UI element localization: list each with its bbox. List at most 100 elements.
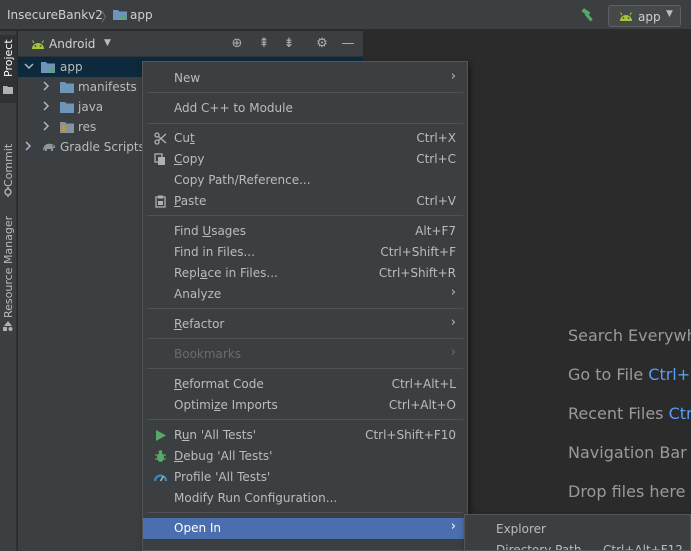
submenu-item-directory-path[interactable]: Directory Path Ctrl+Alt+F12 (465, 540, 690, 551)
tree-node-label: java (78, 100, 104, 114)
tab-project-label: Project (2, 39, 15, 77)
menu-item-label: Profile 'All Tests' (174, 470, 271, 484)
menu-item-shortcut: Ctrl+V (416, 194, 456, 208)
menu-item-modify-run-configuration[interactable]: Modify Run Configuration... (143, 488, 467, 509)
tab-commit-label: Commit (2, 143, 15, 187)
expand-all-icon[interactable]: ⇞ (256, 36, 272, 52)
menu-item-find-in-files[interactable]: Find in Files... Ctrl+Shift+F (143, 242, 467, 263)
tab-commit[interactable]: Commit (0, 139, 17, 201)
folder-icon (60, 102, 74, 113)
menu-item-copy[interactable]: Copy Ctrl+C (143, 149, 467, 170)
menu-item-shortcut: Ctrl+Alt+O (388, 398, 456, 412)
menu-item-refactor[interactable]: Refactor › (143, 314, 467, 335)
menu-item-label: Cut (174, 131, 195, 145)
menu-item-profile-all-tests[interactable]: Profile 'All Tests' (143, 467, 467, 488)
hint-navigation-bar: Navigation Bar A (568, 443, 691, 462)
chevron-right-icon: › (450, 519, 456, 534)
menu-item-cut[interactable]: Cut Ctrl+X (143, 128, 467, 149)
submenu-item-label: Directory Path (496, 543, 582, 551)
tree-node-label: res (78, 120, 97, 134)
hint-text: Recent Files (568, 404, 669, 423)
chevron-right-icon[interactable] (23, 141, 33, 151)
menu-item-find-usages[interactable]: Find Usages Alt+F7 (143, 221, 467, 242)
menu-item-label: Analyze (174, 287, 222, 301)
build-hammer-icon[interactable] (581, 8, 597, 22)
profiler-gauge-icon (154, 474, 167, 482)
hint-text: Go to File (568, 365, 649, 384)
menu-item-label: Run 'All Tests' (174, 428, 257, 442)
menu-item-label: Find Usages (174, 224, 247, 238)
collapse-all-icon[interactable]: ⇟ (281, 36, 297, 52)
clipboard-icon (155, 195, 166, 208)
chevron-right-icon[interactable] (41, 121, 51, 131)
chevron-right-icon[interactable] (41, 81, 51, 91)
menu-separator (147, 215, 463, 216)
android-icon (32, 40, 44, 49)
menu-item-label: Copy (174, 152, 205, 166)
hint-go-to-file: Go to File Ctrl+ (568, 365, 690, 384)
menu-item-label: Refactor (174, 317, 225, 331)
module-folder-icon (41, 62, 55, 73)
menu-item-label: Replace in Files... (174, 266, 278, 280)
navigation-bar: InsecureBankv2 〉 app app ▼ (0, 0, 691, 30)
menu-item-run-all-tests[interactable]: Run 'All Tests' Ctrl+Shift+F10 (143, 425, 467, 446)
context-menu: New › Add C++ to Module Cut Ctrl+X Copy … (142, 61, 468, 551)
tree-node-label: manifests (78, 80, 137, 94)
chevron-right-icon[interactable] (41, 101, 51, 111)
menu-item-paste[interactable]: Paste Ctrl+V (143, 191, 467, 212)
menu-item-label: Debug 'All Tests' (174, 449, 273, 463)
hint-recent-files: Recent Files Ctr (568, 404, 691, 423)
folder-icon (60, 82, 74, 93)
menu-separator (147, 512, 463, 513)
hint-text: Search Everywhe (568, 326, 691, 345)
menu-item-shortcut: Alt+F7 (415, 224, 456, 238)
menu-item-label: New (174, 71, 201, 85)
gear-icon[interactable]: ⚙ (314, 36, 330, 52)
menu-separator (147, 92, 463, 93)
menu-separator (147, 338, 463, 339)
menu-item-reformat-code[interactable]: Reformat Code Ctrl+Alt+L (143, 374, 467, 395)
menu-item-label: Copy Path/Reference... (174, 173, 311, 187)
select-opened-file-icon[interactable]: ⊕ (229, 36, 245, 52)
menu-item-analyze[interactable]: Analyze › (143, 284, 467, 305)
gradle-elephant-icon (43, 143, 56, 151)
run-play-icon (156, 430, 166, 441)
chevron-right-icon: › (450, 69, 456, 84)
tab-project[interactable]: Project (0, 35, 17, 103)
breadcrumb-project[interactable]: InsecureBankv2 (7, 8, 103, 22)
android-icon (620, 12, 632, 21)
hide-panel-icon[interactable]: — (340, 36, 356, 52)
run-configuration-selector[interactable]: app ▼ (608, 5, 681, 27)
menu-item-add-cpp-to-module[interactable]: Add C++ to Module (143, 98, 467, 119)
tool-window-stripe: Project Commit Resource Manager (0, 31, 17, 551)
hint-shortcut: Ctrl+ (648, 365, 691, 384)
commit-icon (4, 187, 12, 197)
menu-separator (147, 419, 463, 420)
menu-item-debug-all-tests[interactable]: Debug 'All Tests' (143, 446, 467, 467)
tree-node-label: app (60, 60, 83, 74)
breadcrumb-separator: 〉 (101, 10, 114, 24)
menu-item-new[interactable]: New › (143, 68, 467, 89)
project-view-selector[interactable]: Android (49, 37, 95, 51)
menu-item-label: Paste (174, 194, 207, 208)
chevron-right-icon: › (450, 345, 456, 360)
submenu-item-explorer[interactable]: Explorer (465, 519, 690, 540)
menu-item-replace-in-files[interactable]: Replace in Files... Ctrl+Shift+R (143, 263, 467, 284)
hint-drop-files: Drop files here t (568, 482, 691, 501)
chevron-down-icon[interactable]: ▼ (104, 38, 111, 48)
menu-item-label: Find in Files... (174, 245, 255, 259)
menu-item-optimize-imports[interactable]: Optimize Imports Ctrl+Alt+O (143, 395, 467, 416)
chevron-down-icon: ▼ (666, 9, 673, 19)
menu-item-shortcut: Ctrl+Alt+L (391, 377, 456, 391)
menu-item-open-in[interactable]: Open In › (143, 518, 467, 539)
breadcrumb-module[interactable]: app (130, 8, 153, 22)
debug-bug-icon (155, 450, 166, 462)
hint-text: Drop files here t (568, 482, 691, 501)
menu-item-label: Open In (174, 521, 222, 535)
menu-item-copy-path-reference[interactable]: Copy Path/Reference... (143, 170, 467, 191)
tree-node-label: Gradle Scripts (60, 140, 145, 154)
menu-item-label: Bookmarks (174, 347, 242, 361)
tab-resource-manager[interactable]: Resource Manager (0, 216, 17, 337)
menu-item-shortcut: Ctrl+Shift+F (380, 245, 456, 259)
chevron-down-icon[interactable] (24, 61, 34, 71)
